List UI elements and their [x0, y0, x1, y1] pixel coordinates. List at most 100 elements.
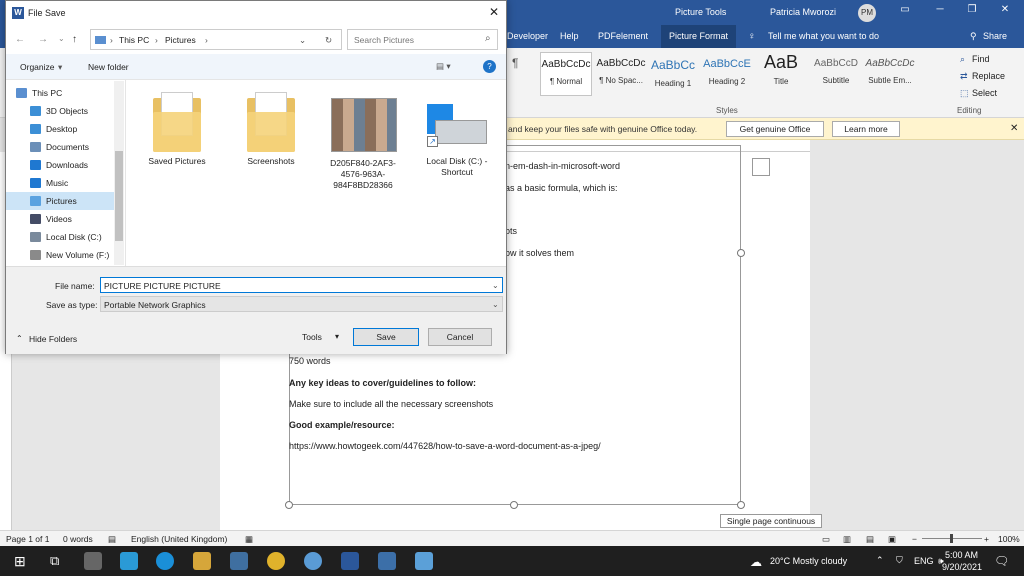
- organize-button[interactable]: Organize: [20, 62, 55, 72]
- file-name-input[interactable]: PICTURE PICTURE PICTURE: [100, 277, 503, 293]
- file-name-dropdown-icon[interactable]: ⌄: [492, 281, 499, 290]
- edge-icon[interactable]: [156, 552, 174, 570]
- zoom-slider-thumb[interactable]: [950, 534, 953, 543]
- replace-button[interactable]: Replace: [972, 71, 1005, 81]
- style-heading-1[interactable]: AaBbCc Heading 1: [647, 52, 699, 96]
- user-name[interactable]: Patricia Mworozi: [770, 7, 836, 17]
- snip-icon[interactable]: [415, 552, 433, 570]
- resize-handle[interactable]: [737, 249, 745, 257]
- refresh-icon[interactable]: ↻: [325, 35, 332, 46]
- zoom-in-icon[interactable]: +: [984, 534, 989, 544]
- read-mode-icon[interactable]: ▥: [843, 534, 851, 545]
- avatar[interactable]: PM: [858, 4, 876, 22]
- style-subtle-emphasis[interactable]: AaBbCcDc Subtle Em...: [864, 52, 916, 96]
- address-dropdown-icon[interactable]: ⌄: [299, 35, 306, 46]
- breadcrumb-pictures[interactable]: Pictures: [165, 35, 196, 45]
- tell-me-search[interactable]: Tell me what you want to do: [768, 31, 879, 41]
- learn-more-button[interactable]: Learn more: [832, 121, 900, 137]
- zoom-level[interactable]: 100%: [998, 534, 1020, 544]
- nav-scrollbar-thumb[interactable]: [115, 151, 123, 241]
- sidebar-item-local-disk-c[interactable]: Local Disk (C:): [6, 228, 116, 246]
- new-folder-button[interactable]: New folder: [88, 62, 129, 72]
- forward-arrow-icon[interactable]: →: [38, 34, 48, 45]
- file-explorer-icon[interactable]: [193, 552, 211, 570]
- word-icon[interactable]: [341, 552, 359, 570]
- cancel-button[interactable]: Cancel: [428, 328, 492, 346]
- help-icon[interactable]: ?: [483, 60, 496, 73]
- windows-start-icon[interactable]: ⊞: [14, 553, 26, 570]
- network-icon[interactable]: ⛉: [896, 555, 903, 566]
- save-type-select[interactable]: Portable Network Graphics: [100, 296, 503, 312]
- search-icon[interactable]: ⌕: [485, 33, 491, 44]
- accessibility-icon[interactable]: ▦: [245, 534, 253, 545]
- style-no-spacing[interactable]: AaBbCcDc ¶ No Spac...: [595, 52, 647, 96]
- nav-scrollbar[interactable]: [114, 81, 124, 265]
- minimize-icon[interactable]: ─: [930, 4, 950, 20]
- resize-handle[interactable]: [737, 501, 745, 509]
- tools-button[interactable]: Tools: [302, 332, 322, 342]
- style-subtitle[interactable]: AaBbCcD Subtitle: [810, 52, 862, 96]
- organize-dropdown-icon[interactable]: ▾: [58, 62, 62, 73]
- recent-locations-icon[interactable]: ⌄: [58, 34, 65, 43]
- photos-icon[interactable]: [378, 552, 396, 570]
- tray-overflow-icon[interactable]: ⌃: [876, 555, 884, 566]
- sidebar-item-downloads[interactable]: Downloads: [6, 156, 116, 174]
- chrome-icon[interactable]: [267, 552, 285, 570]
- language-indicator[interactable]: English (United Kingdom): [131, 534, 227, 544]
- view-options-icon[interactable]: ▤ ▾: [436, 61, 451, 72]
- print-layout-icon[interactable]: ▤: [866, 534, 874, 545]
- save-type-dropdown-icon[interactable]: ⌄: [492, 300, 499, 309]
- layout-options-icon[interactable]: [752, 158, 770, 176]
- clock-date[interactable]: 9/20/2021: [942, 562, 982, 572]
- sidebar-item-documents[interactable]: Documents: [6, 138, 116, 156]
- sidebar-item-pictures[interactable]: Pictures: [6, 192, 116, 210]
- tab-developer[interactable]: Developer: [507, 31, 548, 41]
- restore-icon[interactable]: ❐: [962, 4, 982, 20]
- tab-picture-format[interactable]: Picture Format: [661, 25, 737, 48]
- zoom-out-icon[interactable]: −: [912, 534, 917, 544]
- up-arrow-icon[interactable]: ↑: [72, 34, 77, 45]
- language-indicator[interactable]: ENG: [914, 556, 934, 566]
- ribbon-display-icon[interactable]: ▭: [895, 4, 915, 20]
- sidebar-item-videos[interactable]: Videos: [6, 210, 116, 228]
- close-infobar-icon[interactable]: ✕: [1010, 123, 1018, 134]
- get-genuine-office-button[interactable]: Get genuine Office: [726, 121, 824, 137]
- paint-icon[interactable]: [304, 552, 322, 570]
- focus-icon[interactable]: ▭: [822, 534, 830, 545]
- style-title[interactable]: AaB Title: [755, 52, 807, 96]
- clock-time[interactable]: 5:00 AM: [945, 550, 978, 560]
- mail-icon[interactable]: [120, 552, 138, 570]
- select-button[interactable]: Select: [972, 88, 997, 98]
- search-input[interactable]: Search Pictures ⌕: [347, 29, 498, 50]
- task-view-icon[interactable]: ⧉: [50, 553, 59, 569]
- resize-handle[interactable]: [285, 501, 293, 509]
- weather-text[interactable]: 20°C Mostly cloudy: [770, 556, 847, 566]
- calculator-icon[interactable]: [230, 552, 248, 570]
- sidebar-item-music[interactable]: Music: [6, 174, 116, 192]
- word-count[interactable]: 0 words: [63, 534, 93, 544]
- address-bar[interactable]: › This PC › Pictures › ⌄ ↻: [90, 29, 342, 50]
- style-normal[interactable]: AaBbCcDc ¶ Normal: [540, 52, 592, 96]
- save-button[interactable]: Save: [353, 328, 419, 346]
- style-heading-2[interactable]: AaBbCcE Heading 2: [701, 52, 753, 96]
- sidebar-item-desktop[interactable]: Desktop: [6, 120, 116, 138]
- close-icon[interactable]: ✕: [489, 5, 499, 19]
- close-icon[interactable]: ✕: [995, 4, 1015, 20]
- sidebar-item-new-volume-f[interactable]: New Volume (F:): [6, 246, 116, 264]
- share-button[interactable]: Share: [983, 31, 1007, 41]
- store-icon[interactable]: [84, 552, 102, 570]
- back-arrow-icon[interactable]: ←: [15, 34, 25, 45]
- sidebar-item-3d-objects[interactable]: 3D Objects: [6, 102, 116, 120]
- tab-pdfelement[interactable]: PDFelement: [598, 31, 648, 41]
- breadcrumb-this-pc[interactable]: This PC: [119, 35, 149, 45]
- proofing-icon[interactable]: ▤: [108, 534, 116, 545]
- hide-folders-button[interactable]: Hide Folders: [29, 334, 77, 344]
- find-button[interactable]: Find: [972, 54, 990, 64]
- tools-dropdown-icon[interactable]: ▾: [335, 332, 339, 341]
- page-count[interactable]: Page 1 of 1: [6, 534, 49, 544]
- pilcrow-icon[interactable]: ¶: [512, 56, 518, 70]
- sidebar-item-this-pc[interactable]: This PC: [6, 84, 116, 102]
- collapse-icon[interactable]: ⌃: [16, 334, 23, 343]
- tab-help[interactable]: Help: [560, 31, 579, 41]
- web-layout-icon[interactable]: ▣: [888, 534, 896, 545]
